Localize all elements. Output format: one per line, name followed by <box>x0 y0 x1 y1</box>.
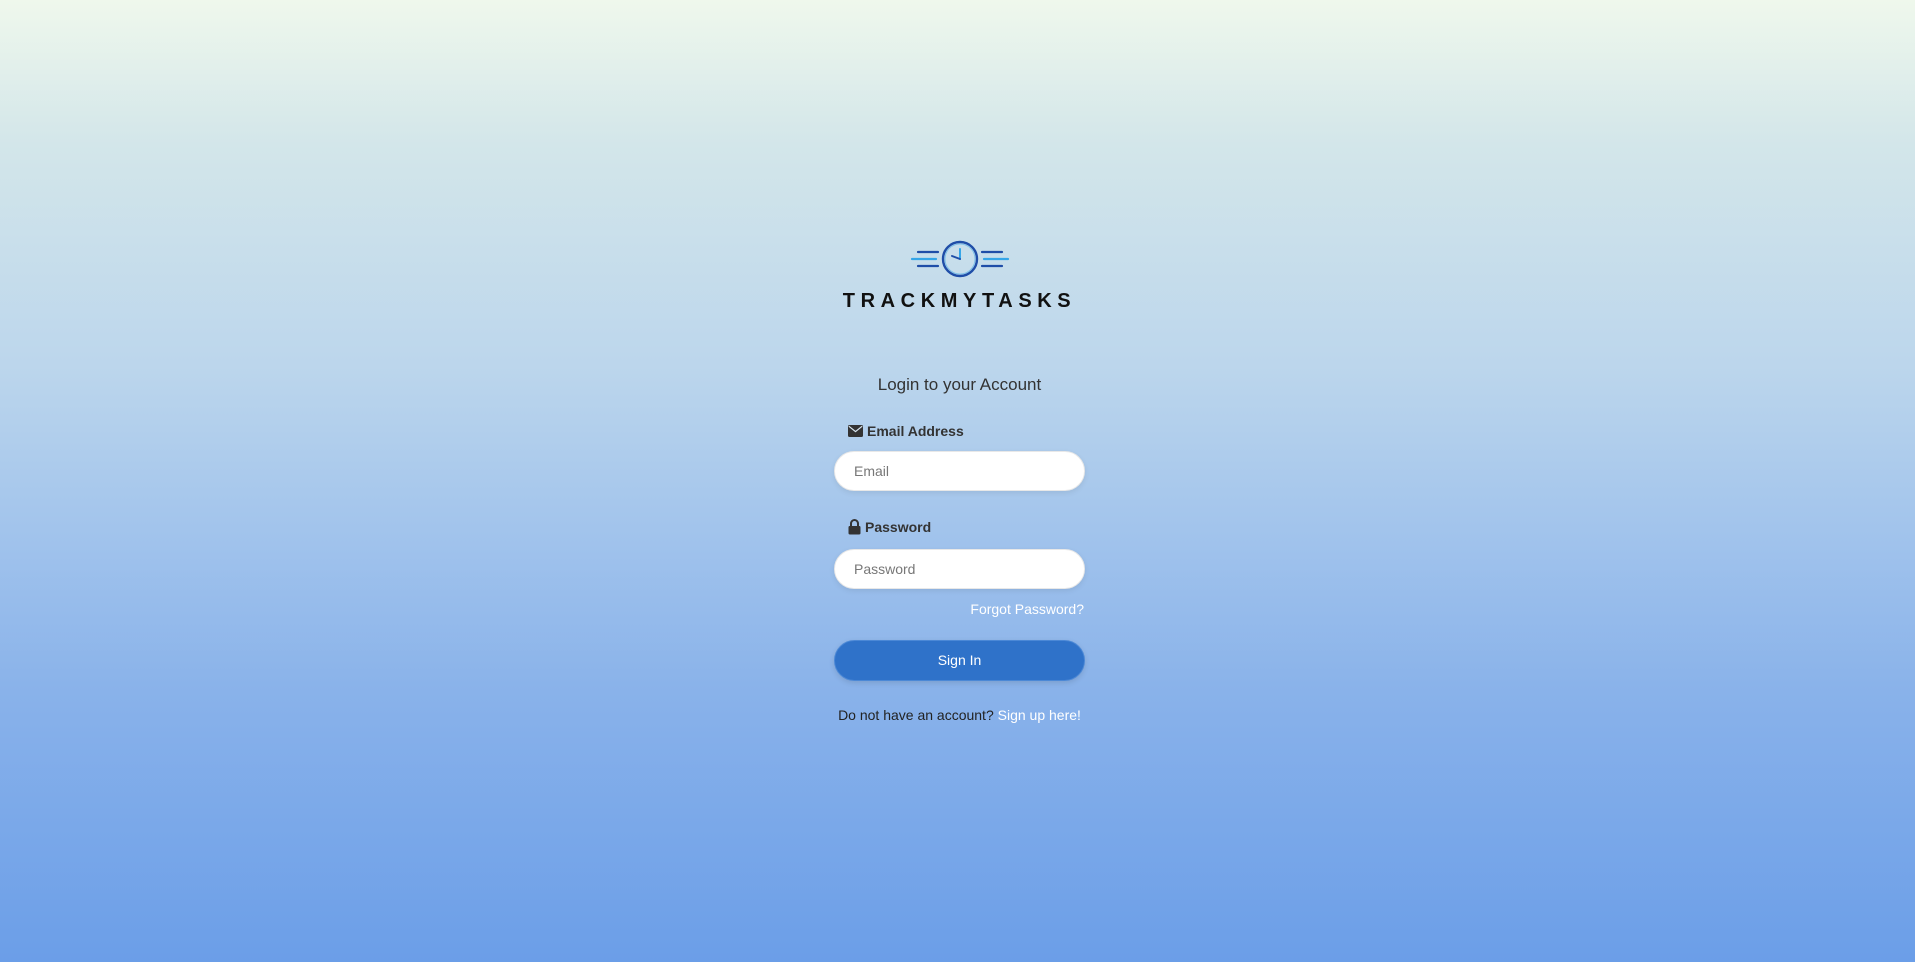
forgot-password-link[interactable]: Forgot Password? <box>970 601 1084 617</box>
brand-name: TRACKMYTASKS <box>842 290 1077 312</box>
password-label: Password <box>848 519 931 535</box>
sign-in-button[interactable]: Sign In <box>834 640 1085 681</box>
email-label-text: Email Address <box>867 423 964 439</box>
page-title: Login to your Account <box>877 375 1042 394</box>
signup-row: Do not have an account? Sign up here! <box>834 707 1085 723</box>
password-field[interactable] <box>834 549 1085 589</box>
clock-speed-icon <box>910 240 1009 278</box>
password-label-text: Password <box>865 519 932 535</box>
sign-up-link[interactable]: Sign up here! <box>998 707 1081 723</box>
lock-icon <box>848 519 861 535</box>
email-label: Email Address <box>848 423 964 439</box>
brand-logo: TRACKMYTASKS <box>834 240 1085 316</box>
envelope-icon <box>848 425 863 437</box>
email-field[interactable] <box>834 451 1085 491</box>
signup-prompt: Do not have an account? <box>838 707 994 723</box>
